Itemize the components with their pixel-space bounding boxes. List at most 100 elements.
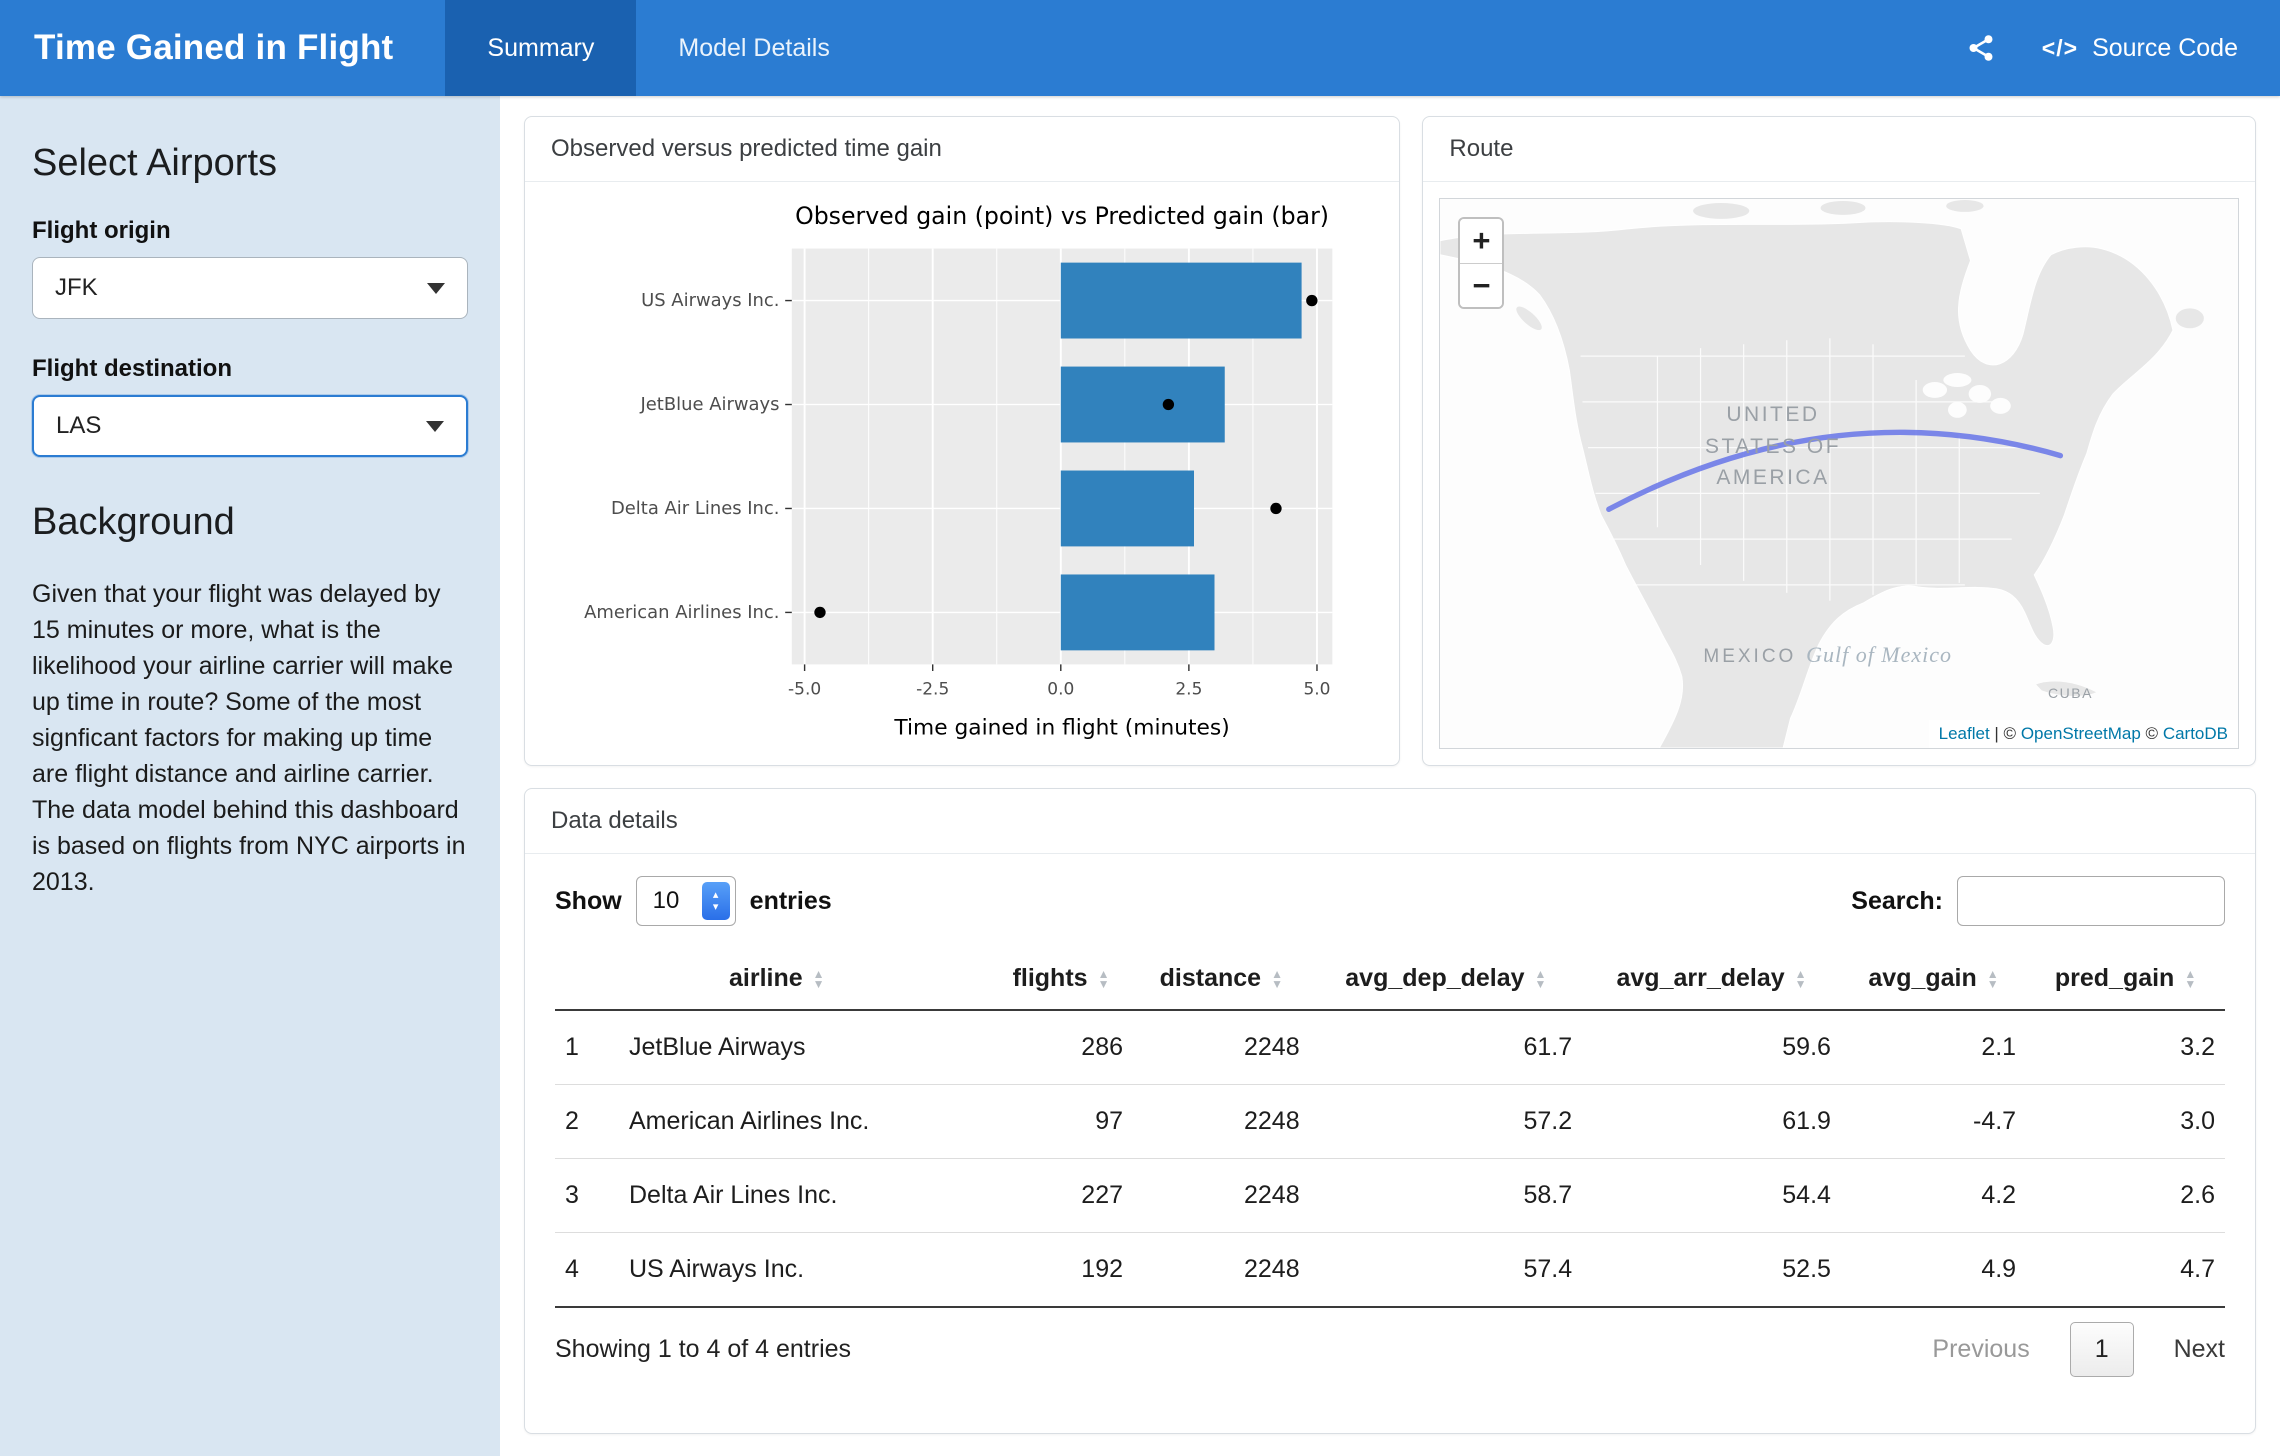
source-code-link[interactable]: </> Source Code (2042, 34, 2238, 63)
chart-card: Observed versus predicted time gain US A… (524, 116, 1400, 766)
chevron-down-icon (427, 283, 445, 294)
flight-destination-value: LAS (56, 412, 101, 440)
sidebar: Select Airports Flight origin JFK Flight… (0, 96, 500, 1456)
data-table: airline▲▼flights▲▼distance▲▼avg_dep_dela… (555, 950, 2225, 1308)
cell: 54.4 (1582, 1159, 1841, 1233)
cell: 3.2 (2026, 1010, 2225, 1085)
sort-icon[interactable]: ▲▼ (813, 969, 825, 989)
svg-text:-2.5: -2.5 (916, 680, 949, 700)
cell: 286 (989, 1010, 1133, 1085)
table-row[interactable]: 1JetBlue Airways286224861.759.62.13.2 (555, 1010, 2225, 1085)
cell: 4.2 (1841, 1159, 2026, 1233)
app-root: Time Gained in Flight Summary Model Deta… (0, 0, 2280, 1456)
table-header-row: airline▲▼flights▲▼distance▲▼avg_dep_dela… (555, 950, 2225, 1010)
row-index: 2 (555, 1085, 619, 1159)
row-index: 1 (555, 1010, 619, 1085)
attribution-separator: | © (1990, 724, 2021, 743)
svg-text:5.0: 5.0 (1304, 680, 1331, 700)
column-header-pred_gain[interactable]: pred_gain▲▼ (2026, 950, 2225, 1010)
flight-destination-label: Flight destination (32, 355, 468, 383)
cartodb-link[interactable]: CartoDB (2163, 724, 2228, 743)
source-code-label: Source Code (2092, 34, 2238, 63)
chart-svg: US Airways Inc.JetBlue AirwaysDelta Air … (565, 190, 1359, 757)
show-label: Show (555, 887, 622, 916)
table-row[interactable]: 4US Airways Inc.192224857.452.54.94.7 (555, 1233, 2225, 1308)
column-header-avg_dep_delay[interactable]: avg_dep_delay▲▼ (1310, 950, 1583, 1010)
attribution-separator: © (2141, 724, 2163, 743)
flight-origin-select[interactable]: JFK (32, 257, 468, 319)
map-canvas (1440, 199, 2238, 748)
tab-model-details[interactable]: Model Details (636, 0, 871, 96)
next-button[interactable]: Next (2174, 1335, 2225, 1364)
cell: 192 (989, 1233, 1133, 1308)
cell: 2248 (1133, 1010, 1310, 1085)
cell: 2248 (1133, 1085, 1310, 1159)
chevron-down-icon (426, 421, 444, 432)
content: Select Airports Flight origin JFK Flight… (0, 96, 2280, 1456)
column-header-rownum[interactable] (555, 950, 619, 1010)
map-card-title: Route (1423, 117, 2255, 182)
svg-text:Time gained in flight (minutes: Time gained in flight (minutes) (894, 715, 1230, 740)
cell: American Airlines Inc. (619, 1085, 989, 1159)
cell: 2.6 (2026, 1159, 2225, 1233)
svg-text:US Airways Inc.: US Airways Inc. (641, 290, 779, 311)
sort-icon[interactable]: ▲▼ (1098, 969, 1110, 989)
sort-icon[interactable]: ▲▼ (1987, 969, 1999, 989)
cell: 57.4 (1310, 1233, 1583, 1308)
stepper-icon: ▴▾ (702, 882, 730, 920)
leaflet-map[interactable]: UNITED STATES OF AMERICA MEXICO Gulf of … (1439, 198, 2239, 749)
cell: 3.0 (2026, 1085, 2225, 1159)
cell: 2248 (1133, 1159, 1310, 1233)
flight-origin-value: JFK (55, 274, 98, 302)
svg-text:2.5: 2.5 (1176, 680, 1203, 700)
column-header-distance[interactable]: distance▲▼ (1133, 950, 1310, 1010)
previous-button[interactable]: Previous (1932, 1335, 2029, 1364)
table-row[interactable]: 2American Airlines Inc.97224857.261.9-4.… (555, 1085, 2225, 1159)
page-button-1[interactable]: 1 (2070, 1322, 2134, 1377)
table-card-title: Data details (525, 789, 2255, 854)
search-label: Search: (1851, 887, 1943, 916)
row-index: 3 (555, 1159, 619, 1233)
leaflet-link[interactable]: Leaflet (1939, 724, 1990, 743)
entries-label: entries (750, 887, 832, 916)
zoom-in-button[interactable]: + (1460, 219, 1502, 263)
tab-summary[interactable]: Summary (445, 0, 636, 96)
entries-value: 10 (653, 887, 680, 915)
main: Observed versus predicted time gain US A… (500, 96, 2280, 1456)
share-icon[interactable] (1966, 33, 1996, 63)
datatable-container: Show 10 ▴▾ entries Search: (525, 854, 2255, 1433)
flight-destination-select[interactable]: LAS (32, 395, 468, 457)
cell: 2.1 (1841, 1010, 2026, 1085)
cell: 4.9 (1841, 1233, 2026, 1308)
entries-select[interactable]: 10 ▴▾ (636, 876, 736, 926)
zoom-out-button[interactable]: − (1460, 263, 1502, 307)
background-text: Given that your flight was delayed by 15… (32, 576, 468, 900)
cell: -4.7 (1841, 1085, 2026, 1159)
sort-icon[interactable]: ▲▼ (1271, 969, 1283, 989)
openstreetmap-link[interactable]: OpenStreetMap (2021, 724, 2141, 743)
pagination: Previous 1 Next (1932, 1322, 2225, 1377)
flight-origin-label: Flight origin (32, 217, 468, 245)
svg-text:0.0: 0.0 (1048, 680, 1075, 700)
cell: 59.6 (1582, 1010, 1841, 1085)
column-header-avg_gain[interactable]: avg_gain▲▼ (1841, 950, 2026, 1010)
entries-control: Show 10 ▴▾ entries (555, 876, 832, 926)
search-input[interactable] (1957, 876, 2225, 926)
cell: JetBlue Airways (619, 1010, 989, 1085)
datatable-controls: Show 10 ▴▾ entries Search: (555, 876, 2225, 926)
column-header-flights[interactable]: flights▲▼ (989, 950, 1133, 1010)
column-header-airline[interactable]: airline▲▼ (619, 950, 989, 1010)
cell: 52.5 (1582, 1233, 1841, 1308)
search-control: Search: (1851, 876, 2225, 926)
column-header-avg_arr_delay[interactable]: avg_arr_delay▲▼ (1582, 950, 1841, 1010)
sort-icon[interactable]: ▲▼ (1535, 969, 1547, 989)
app-title[interactable]: Time Gained in Flight (0, 0, 427, 96)
svg-text:-5.0: -5.0 (788, 680, 821, 700)
data-details-card: Data details Show 10 ▴▾ entries Sear (524, 788, 2256, 1434)
svg-text:Delta Air Lines Inc.: Delta Air Lines Inc. (611, 498, 780, 519)
sort-icon[interactable]: ▲▼ (1795, 969, 1807, 989)
zoom-control: + − (1458, 217, 1504, 309)
sort-icon[interactable]: ▲▼ (2184, 969, 2196, 989)
top-row: Observed versus predicted time gain US A… (524, 116, 2256, 766)
table-row[interactable]: 3Delta Air Lines Inc.227224858.754.44.22… (555, 1159, 2225, 1233)
